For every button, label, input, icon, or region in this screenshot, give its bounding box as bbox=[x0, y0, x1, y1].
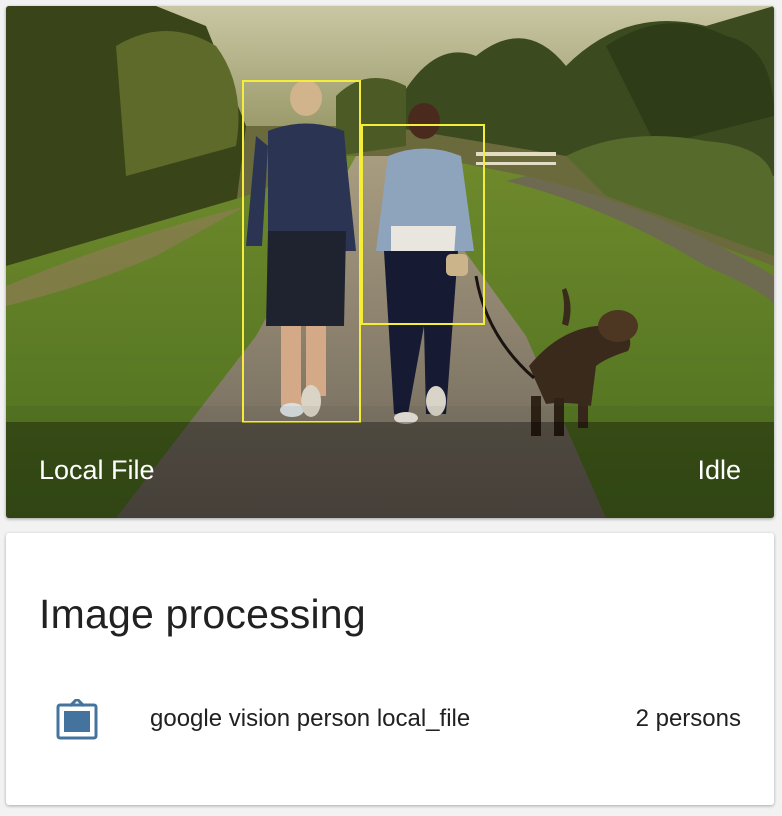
entity-row[interactable]: google vision person local_file 2 person… bbox=[6, 689, 774, 749]
detection-box-person-2 bbox=[361, 124, 485, 325]
camera-name: Local File bbox=[39, 454, 155, 485]
camera-state: Idle bbox=[697, 454, 741, 485]
entity-name[interactable]: google vision person local_file bbox=[150, 705, 470, 733]
detection-box-person-1 bbox=[242, 80, 361, 423]
camera-card[interactable]: Local File Idle bbox=[6, 6, 774, 518]
entity-state: 2 persons bbox=[635, 705, 741, 732]
image-processing-card: Image processing google vision person lo… bbox=[6, 533, 774, 805]
image-frame-icon bbox=[56, 699, 98, 740]
camera-footer: Local File Idle bbox=[6, 422, 774, 518]
card-title: Image processing bbox=[39, 591, 366, 637]
